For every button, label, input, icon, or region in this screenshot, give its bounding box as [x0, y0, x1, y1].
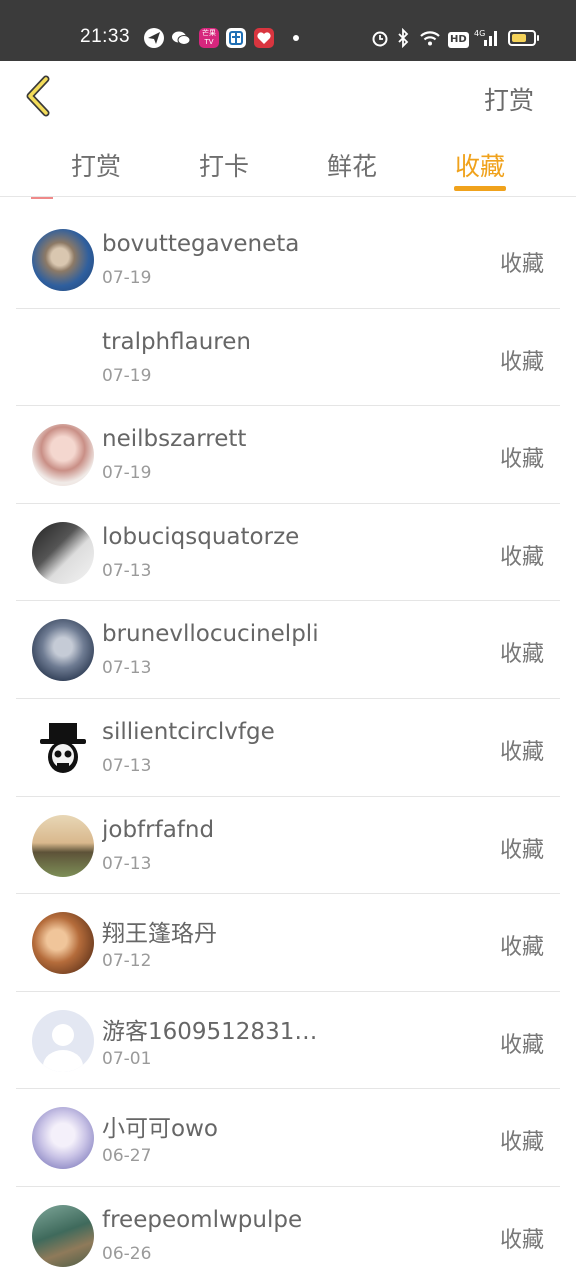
favorites-list: bovuttegaveneta 07-19 收藏 tralphflauren 07-19… — [0, 211, 576, 1280]
favorite-date: 06-27 — [102, 1146, 152, 1167]
favorite-date: 06-26 — [102, 1243, 152, 1264]
status-bar: 21:33 芒果 TV HD 4G — [0, 0, 576, 61]
alarm-icon — [371, 28, 389, 48]
avatar[interactable] — [32, 327, 94, 389]
tab-favorites[interactable]: 收藏 — [440, 147, 520, 183]
list-item[interactable]: 小可可owo 06-27 收藏 — [0, 1089, 576, 1187]
hd-icon: HD — [448, 28, 469, 48]
user-name: bovuttegaveneta — [102, 231, 300, 257]
favorite-type-label: 收藏 — [499, 837, 544, 863]
tab-flowers[interactable]: 鲜花 — [312, 147, 392, 183]
user-name: jobfrfafnd — [102, 816, 215, 843]
favorite-date: 07-01 — [102, 1048, 152, 1069]
list-item[interactable]: 翔王篷珞丹 07-12 收藏 — [0, 894, 576, 992]
list-item[interactable]: jobfrfafnd 07-13 收藏 — [0, 797, 576, 895]
active-tab-indicator — [454, 186, 506, 191]
nav-bar: 打赏 — [0, 61, 576, 131]
favorite-type-label: 收藏 — [499, 642, 544, 668]
favorite-type-label: 收藏 — [499, 739, 544, 765]
user-name: lobuciqsquatorze — [102, 523, 300, 550]
favorite-type-label: 收藏 — [499, 349, 544, 375]
bluetooth-icon — [396, 27, 410, 49]
user-name: brunevllocucinelpli — [102, 621, 319, 648]
bank-app-icon — [226, 28, 246, 48]
list-item[interactable]: bovuttegaveneta 07-19 收藏 — [0, 211, 576, 309]
status-time: 21:33 — [80, 26, 131, 47]
decorative-mark — [31, 197, 53, 199]
avatar[interactable] — [32, 1009, 94, 1072]
avatar[interactable] — [32, 1204, 94, 1267]
avatar[interactable] — [32, 229, 94, 291]
avatar[interactable] — [32, 521, 94, 584]
tab-checkin[interactable]: 打卡 — [184, 147, 264, 183]
favorite-type-label: 收藏 — [499, 252, 544, 277]
favorite-date: 07-19 — [102, 268, 152, 288]
list-item[interactable]: neilbszarrett 07-19 收藏 — [0, 406, 576, 504]
user-name: tralphflauren — [102, 328, 251, 355]
tab-bar: 打赏 打卡 鲜花 收藏 — [0, 131, 576, 197]
list-item[interactable]: 游客1609512831… 07-01 收藏 — [0, 992, 576, 1090]
chevron-left-icon — [26, 75, 50, 117]
favorite-date: 07-13 — [102, 560, 152, 581]
user-name: 游客1609512831… — [102, 1018, 318, 1045]
favorite-type-label: 收藏 — [499, 544, 544, 570]
avatar[interactable] — [32, 912, 94, 975]
favorite-date: 07-12 — [102, 951, 152, 972]
tab-reward[interactable]: 打赏 — [56, 147, 136, 183]
favorite-date: 07-13 — [102, 853, 152, 874]
favorite-date: 07-13 — [102, 755, 152, 776]
avatar[interactable] — [32, 814, 94, 877]
battery-icon — [508, 30, 539, 46]
favorite-date: 07-19 — [102, 365, 152, 386]
list-item[interactable]: sillientcirclvfge 07-13 收藏 — [0, 699, 576, 797]
list-item[interactable]: freepeomlwpulpe 06-26 收藏 — [0, 1187, 576, 1280]
user-name: 小可可owo — [102, 1116, 218, 1143]
reward-button[interactable]: 打赏 — [484, 81, 534, 117]
list-item[interactable]: brunevllocucinelpli 07-13 收藏 — [0, 601, 576, 699]
list-item[interactable]: lobuciqsquatorze 07-13 收藏 — [0, 504, 576, 602]
wifi-icon — [419, 28, 441, 48]
paperplane-app-icon — [144, 28, 164, 48]
list-item[interactable]: tralphflauren 07-19 收藏 — [0, 309, 576, 407]
avatar[interactable] — [32, 619, 94, 682]
favorite-type-label: 收藏 — [499, 1032, 544, 1058]
wechat-icon — [171, 28, 191, 48]
favorite-date: 07-13 — [102, 658, 152, 679]
user-name: neilbszarrett — [102, 426, 247, 453]
favorite-type-label: 收藏 — [499, 1227, 544, 1253]
notification-dot — [293, 35, 299, 41]
avatar[interactable] — [32, 716, 94, 779]
avatar[interactable] — [32, 1107, 94, 1170]
favorite-type-label: 收藏 — [499, 1130, 544, 1156]
hd-label: HD — [448, 32, 469, 48]
back-button[interactable] — [18, 73, 62, 119]
favorite-type-label: 收藏 — [499, 935, 544, 961]
heart-app-icon — [254, 28, 274, 48]
mango-tv-icon: 芒果 TV — [199, 28, 219, 48]
battery-level — [512, 34, 526, 42]
user-name: freepeomlwpulpe — [102, 1206, 303, 1233]
avatar[interactable] — [32, 424, 94, 487]
favorite-date: 07-19 — [102, 463, 152, 484]
user-name: sillientcirclvfge — [102, 718, 275, 745]
favorite-type-label: 收藏 — [499, 447, 544, 473]
user-name: 翔王篷珞丹 — [102, 921, 217, 948]
